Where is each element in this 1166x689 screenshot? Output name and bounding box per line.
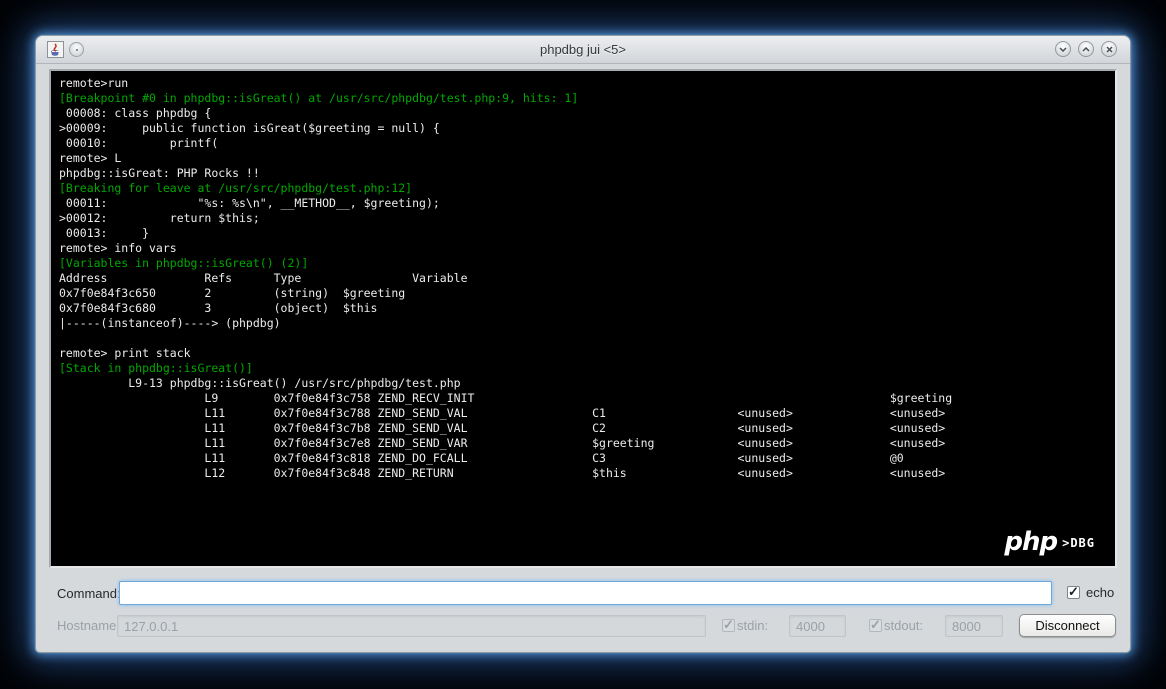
terminal-line: 00008: class phpdbg { — [59, 106, 1111, 121]
stdout-port-input — [945, 615, 1003, 637]
terminal-line: [Stack in phpdbg::isGreat()] — [59, 361, 1111, 376]
phpdbg-logo: php >DBG — [1004, 529, 1095, 555]
echo-checkbox[interactable] — [1067, 586, 1080, 599]
minimize-button[interactable] — [1055, 41, 1071, 57]
terminal-line: remote>run — [59, 76, 1111, 91]
terminal-line: |-----(instanceof)----> (phpdbg) — [59, 316, 1111, 331]
terminal-line: remote> L — [59, 151, 1111, 166]
terminal-line: [Variables in phpdbg::isGreat() (2)] — [59, 256, 1111, 271]
terminal-line — [59, 331, 1111, 346]
terminal-line: 00010: printf( — [59, 136, 1111, 151]
maximize-button[interactable] — [1078, 41, 1094, 57]
stdin-checkbox — [722, 619, 735, 632]
terminal-line: [Breakpoint #0 in phpdbg::isGreat() at /… — [59, 91, 1111, 106]
chevron-down-icon — [1059, 47, 1067, 52]
terminal-line: 0x7f0e84f3c650 2 (string) $greeting — [59, 286, 1111, 301]
terminal-line: L11 0x7f0e84f3c7b8 ZEND_SEND_VAL C2 <unu… — [59, 421, 1111, 436]
echo-label: echo — [1086, 585, 1114, 600]
terminal-line: L11 0x7f0e84f3c788 ZEND_SEND_VAL C1 <unu… — [59, 406, 1111, 421]
terminal-line: remote> print stack — [59, 346, 1111, 361]
terminal-line: Address Refs Type Variable — [59, 271, 1111, 286]
terminal-text: remote>run[Breakpoint #0 in phpdbg::isGr… — [59, 76, 1111, 481]
terminal-line: >00009: public function isGreat($greetin… — [59, 121, 1111, 136]
close-icon — [1106, 46, 1113, 53]
disconnect-button[interactable]: Disconnect — [1019, 614, 1116, 637]
phpdbg-window: phpdbg jui <5> remote>run[Breakpoint #0 … — [36, 36, 1130, 652]
terminal-line: 00011: "%s: %s\n", __METHOD__, $greeting… — [59, 196, 1111, 211]
stdout-checkbox — [869, 619, 882, 632]
close-button[interactable] — [1101, 41, 1117, 57]
dbg-logo-text: >DBG — [1062, 536, 1095, 550]
hostname-input — [117, 615, 706, 637]
command-label: Command: — [57, 586, 121, 601]
window-controls — [1055, 41, 1117, 57]
terminal-line: >00012: return $this; — [59, 211, 1111, 226]
chevron-up-icon — [1082, 47, 1090, 52]
stdout-label: stdout: — [884, 618, 923, 633]
stdin-label: stdin: — [737, 618, 768, 633]
terminal-line: L12 0x7f0e84f3c848 ZEND_RETURN $this <un… — [59, 466, 1111, 481]
terminal-line: remote> info vars — [59, 241, 1111, 256]
terminal-line: L9-13 phpdbg::isGreat() /usr/src/phpdbg/… — [59, 376, 1111, 391]
terminal-line: L11 0x7f0e84f3c7e8 ZEND_SEND_VAR $greeti… — [59, 436, 1111, 451]
terminal-output[interactable]: remote>run[Breakpoint #0 in phpdbg::isGr… — [49, 69, 1117, 568]
terminal-line: [Breaking for leave at /usr/src/phpdbg/t… — [59, 181, 1111, 196]
hostname-label: Hostname: — [57, 618, 120, 633]
terminal-line: L9 0x7f0e84f3c758 ZEND_RECV_INIT $greeti… — [59, 391, 1111, 406]
php-logo-text: php — [1004, 529, 1057, 555]
command-bar: Command: echo — [36, 580, 1130, 608]
window-title: phpdbg jui <5> — [36, 42, 1130, 57]
terminal-line: 00013: } — [59, 226, 1111, 241]
stdin-port-input — [789, 615, 846, 637]
command-input[interactable] — [119, 581, 1052, 605]
terminal-line: L11 0x7f0e84f3c818 ZEND_DO_FCALL C3 <unu… — [59, 451, 1111, 466]
connection-bar: Hostname: stdin: stdout: Disconnect — [36, 613, 1130, 639]
terminal-line: 0x7f0e84f3c680 3 (object) $this — [59, 301, 1111, 316]
titlebar[interactable]: phpdbg jui <5> — [36, 36, 1130, 64]
terminal-line: phpdbg::isGreat: PHP Rocks !! — [59, 166, 1111, 181]
